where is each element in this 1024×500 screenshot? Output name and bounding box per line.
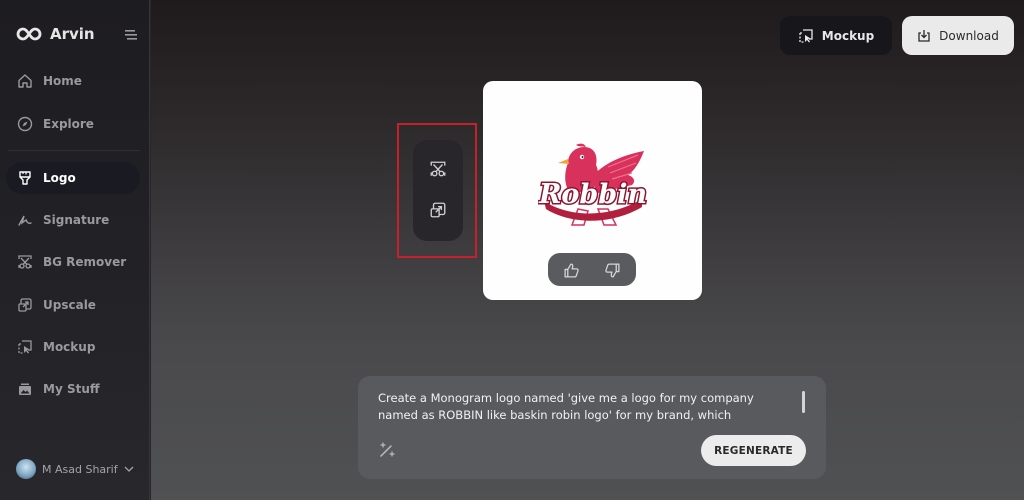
sidebar-divider	[8, 150, 140, 151]
bg-remover-tool-button[interactable]	[426, 157, 450, 181]
scissors-icon	[430, 161, 446, 177]
magic-wand-icon[interactable]	[378, 441, 396, 459]
sidebar-item-bg-remover[interactable]: BG Remover	[6, 246, 140, 278]
brand-name: Arvin	[50, 25, 95, 43]
compass-icon	[17, 116, 33, 132]
home-icon	[18, 74, 32, 88]
feedback-bar	[548, 253, 636, 286]
sidebar: Arvin Home Explore Logo Signature BG Rem…	[0, 0, 150, 500]
user-menu[interactable]: M Asad Sharif	[16, 459, 134, 479]
prompt-scrollbar[interactable]	[802, 391, 805, 413]
sidebar-item-mockup[interactable]: Mockup	[6, 331, 140, 363]
thumbs-down-icon	[604, 262, 620, 278]
generated-logo-card[interactable]: Robbin	[483, 81, 702, 300]
mockup-icon	[799, 28, 813, 43]
prompt-panel: Create a Monogram logo named 'give me a …	[358, 376, 826, 479]
sidebar-item-signature[interactable]: Signature	[6, 204, 140, 236]
chevron-down-icon	[124, 466, 134, 472]
thumbs-down-button[interactable]	[602, 260, 622, 280]
thumbs-up-button[interactable]	[561, 260, 581, 280]
signature-icon	[18, 215, 32, 226]
brush-icon	[19, 171, 31, 185]
main-canvas: Mockup Download Robbin Create a Monogram…	[151, 0, 1024, 500]
brand[interactable]: Arvin	[16, 25, 95, 43]
infinity-logo-icon	[16, 27, 42, 41]
scissors-icon	[18, 255, 32, 269]
mockup-button[interactable]: Mockup	[780, 16, 892, 55]
user-name: M Asad Sharif	[42, 462, 118, 476]
download-button[interactable]: Download	[902, 16, 1014, 55]
regenerate-button[interactable]: REGENERATE	[701, 435, 806, 466]
download-icon	[918, 29, 930, 42]
upscale-icon	[18, 298, 32, 312]
hamburger-icon[interactable]	[125, 30, 137, 40]
upscale-icon	[430, 202, 446, 218]
image-tools-panel	[413, 140, 463, 241]
thumbs-up-icon	[563, 262, 579, 278]
sidebar-item-explore[interactable]: Explore	[6, 108, 140, 140]
robbin-logo-image: Robbin	[538, 143, 648, 226]
logo-text: Robbin	[538, 179, 647, 210]
image-stack-icon	[19, 383, 31, 395]
sidebar-item-my-stuff[interactable]: My Stuff	[6, 373, 140, 405]
avatar	[16, 459, 36, 479]
prompt-input[interactable]: Create a Monogram logo named 'give me a …	[378, 390, 783, 430]
upscale-tool-button[interactable]	[426, 198, 450, 222]
sidebar-item-upscale[interactable]: Upscale	[6, 289, 140, 321]
sidebar-item-home[interactable]: Home	[6, 65, 140, 97]
mockup-icon	[18, 340, 32, 354]
sidebar-item-logo[interactable]: Logo	[6, 162, 140, 194]
